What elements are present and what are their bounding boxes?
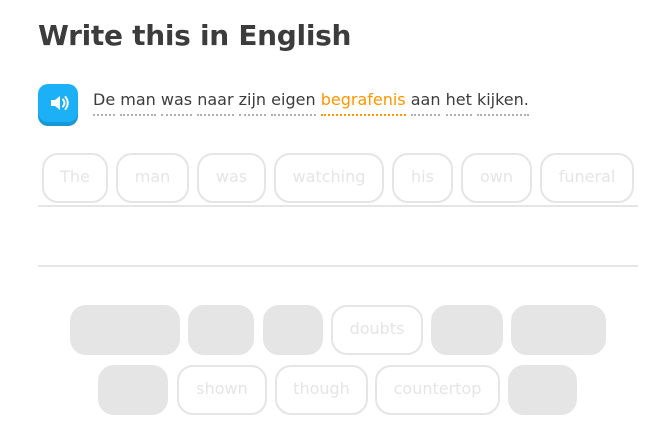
answer-placeholder-chip: man [116, 153, 189, 203]
speaker-icon [51, 96, 69, 110]
word-bank-slot-used [511, 305, 606, 355]
sentence-word[interactable]: aan [410, 90, 441, 116]
play-audio-button[interactable] [38, 84, 78, 122]
word-bank-slot-used [263, 305, 323, 355]
answer-placeholder-chip: The [42, 153, 108, 203]
word-bank-slot-used [98, 365, 168, 415]
sentence-word[interactable]: De [93, 90, 116, 116]
sentence-word[interactable]: was [160, 90, 193, 116]
word-bank-chip[interactable]: shown [177, 365, 267, 415]
sentence-word[interactable]: eigen [271, 90, 316, 116]
answer-line [38, 265, 638, 267]
source-sentence: De man was naar zijn eigen begrafenis aa… [93, 90, 529, 116]
word-bank-slot-used [508, 365, 577, 415]
sentence-word[interactable]: naar [197, 90, 234, 116]
word-bank-chip[interactable]: though [275, 365, 368, 415]
page-title: Write this in English [38, 19, 352, 52]
answer-placeholder-chip: watching [274, 153, 384, 203]
word-bank-slot-used [431, 305, 503, 355]
answer-placeholder-chip: own [461, 153, 532, 203]
answer-placeholder-chip: his [392, 153, 453, 203]
word-bank-chip[interactable]: doubts [331, 305, 423, 355]
sentence-word[interactable]: zijn [238, 90, 267, 116]
sentence-word[interactable]: kijken. [476, 90, 529, 116]
answer-placeholder-chip: was [197, 153, 266, 203]
word-bank-slot-used [188, 305, 254, 355]
answer-placeholder-chip: funeral [540, 153, 634, 203]
word-bank-slot-used [70, 305, 180, 355]
sentence-word[interactable]: het [445, 90, 472, 116]
sentence-word[interactable]: man [120, 90, 156, 116]
answer-line [38, 205, 638, 207]
new-word-highlight[interactable]: begrafenis [320, 90, 406, 116]
word-bank-chip[interactable]: countertop [375, 365, 500, 415]
